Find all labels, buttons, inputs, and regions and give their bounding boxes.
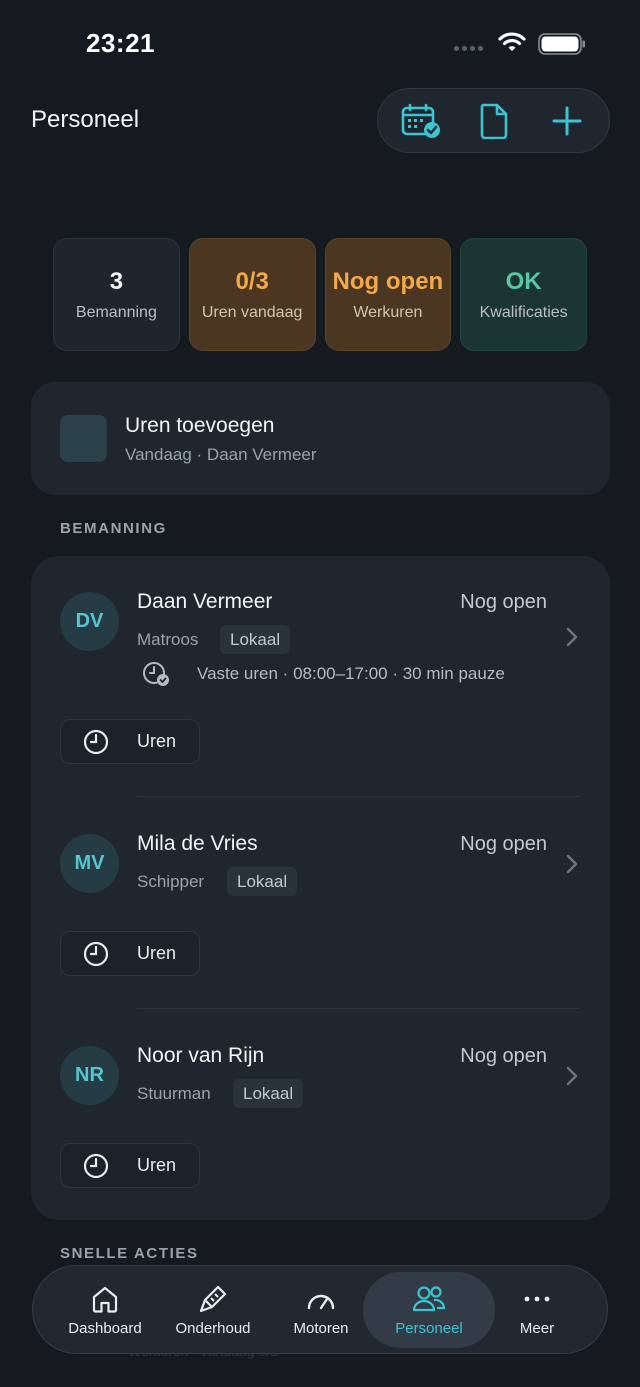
status-time: 23:21: [86, 28, 155, 58]
crew-role: Schipper: [137, 872, 205, 891]
nav-label: Meer: [519, 1319, 555, 1337]
battery-icon: [538, 33, 585, 55]
clock-icon: [83, 729, 109, 754]
crew-name: Daan Vermeer: [137, 590, 273, 613]
divider: [137, 1008, 580, 1009]
location-tag: Lokaal: [233, 1079, 304, 1108]
gauge-icon: [307, 1294, 335, 1309]
people-icon: [412, 1285, 446, 1311]
avatar: DV: [60, 592, 119, 651]
stat-value: OK: [505, 267, 542, 295]
location-tag: Lokaal: [220, 625, 291, 654]
nav-personnel[interactable]: Personeel: [363, 1272, 495, 1348]
crew-item[interactable]: MV Mila de Vries Nog open Schipper Lokaa…: [31, 806, 610, 1006]
crew-item[interactable]: DV Daan Vermeer Nog open Matroos Lokaal …: [31, 556, 610, 786]
nav-more[interactable]: Meer: [489, 1272, 585, 1348]
stat-qualifications[interactable]: OK Kwalificaties: [460, 238, 587, 351]
wifi-icon: [498, 32, 526, 51]
crew-list: DV Daan Vermeer Nog open Matroos Lokaal …: [31, 556, 610, 1220]
crew-role: Matroos: [137, 630, 199, 649]
chevron-right-icon: [566, 627, 578, 647]
crew-name: Mila de Vries: [137, 832, 258, 855]
section-title-crew: BEMANNING: [60, 520, 167, 537]
schedule-button[interactable]: [393, 93, 449, 149]
stat-label: Bemanning: [75, 303, 157, 321]
crew-role: Stuurman: [137, 1084, 211, 1103]
crew-status: Nog open: [460, 833, 547, 855]
nav-label: Personeel: [395, 1319, 463, 1337]
nav-engines[interactable]: Motoren: [273, 1272, 369, 1348]
page-title: Personeel: [31, 106, 140, 133]
home-icon: [92, 1286, 118, 1313]
stat-value: Nog open: [332, 267, 444, 295]
stat-crew[interactable]: 3 Bemanning: [53, 238, 180, 351]
chevron-right-icon: [566, 1066, 578, 1086]
nav-dashboard[interactable]: Dashboard: [57, 1272, 153, 1348]
stat-value: 0/3: [235, 267, 269, 295]
hours-button-label: Uren: [137, 943, 177, 963]
schedule-line: Vaste uren · 08:00–17:00 · 30 min pauze: [141, 660, 505, 688]
divider: [137, 796, 580, 797]
hours-button[interactable]: Uren: [60, 931, 200, 976]
nav-label: Dashboard: [68, 1319, 142, 1337]
add-hours-thumbnail: [60, 415, 107, 462]
section-title-quick-actions: SNELLE ACTIES: [60, 1245, 199, 1262]
hours-button[interactable]: Uren: [60, 719, 200, 764]
avatar: NR: [60, 1046, 119, 1105]
add-hours-subtitle: Vandaag · Daan Vermeer: [125, 445, 317, 464]
crew-item[interactable]: NR Noor van Rijn Nog open Stuurman Lokaa…: [31, 1018, 610, 1218]
document-button[interactable]: [466, 93, 522, 149]
crew-name: Noor van Rijn: [137, 1044, 265, 1067]
stat-value: 3: [109, 267, 124, 295]
document-icon: [480, 103, 507, 139]
add-button[interactable]: [539, 93, 595, 149]
schedule-text: Vaste uren · 08:00–17:00 · 30 min pauze: [197, 664, 505, 683]
add-hours-card[interactable]: Uren toevoegen Vandaag · Daan Vermeer: [31, 382, 610, 495]
add-hours-title: Uren toevoegen: [125, 414, 275, 437]
calendar-check-icon: [401, 103, 440, 138]
stat-label: Kwalificaties: [479, 303, 568, 321]
avatar: MV: [60, 834, 119, 893]
nav-label: Onderhoud: [175, 1319, 251, 1337]
nav-maintenance[interactable]: Onderhoud: [165, 1272, 261, 1348]
clock-icon: [83, 941, 109, 966]
status-bar: 23:21: [0, 0, 640, 88]
hours-button[interactable]: Uren: [60, 1143, 200, 1188]
stat-label: Werkuren: [353, 303, 423, 321]
crew-status: Nog open: [460, 591, 547, 613]
nav-label: Motoren: [293, 1319, 349, 1337]
hours-button-label: Uren: [137, 731, 177, 751]
wrench-icon: [199, 1285, 227, 1312]
plus-icon: [552, 106, 581, 135]
stat-work-hours[interactable]: Nog open Werkuren: [324, 238, 452, 351]
crew-status: Nog open: [460, 1045, 547, 1067]
clock-check-icon: [143, 662, 169, 686]
chevron-right-icon: [566, 854, 578, 874]
stat-label: Uren vandaag: [201, 303, 303, 321]
page-header: Personeel: [0, 88, 640, 156]
stats-row: 3 Bemanning 0/3 Uren vandaag Nog open We…: [53, 238, 587, 351]
stat-hours-today[interactable]: 0/3 Uren vandaag: [188, 238, 316, 351]
clock-icon: [83, 1153, 109, 1178]
signal-icon: [454, 46, 483, 51]
more-icon: [524, 1296, 550, 1301]
hours-button-label: Uren: [137, 1155, 177, 1175]
location-tag: Lokaal: [227, 867, 298, 896]
header-actions: [377, 88, 610, 153]
bottom-nav: Dashboard Onderhoud Motoren Personeel Me…: [32, 1265, 608, 1354]
